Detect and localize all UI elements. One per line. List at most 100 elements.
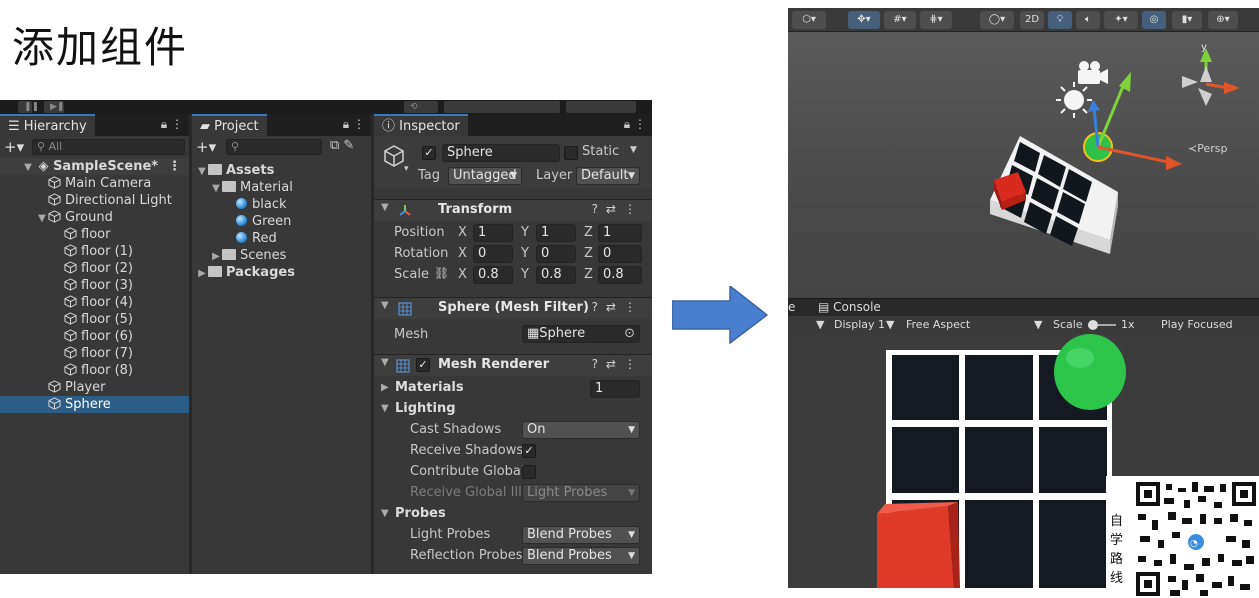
component-tools-icons[interactable]: ?⇄⋮ — [592, 202, 644, 216]
pause-icon[interactable]: ❚❚ — [18, 101, 39, 113]
rotation-z-field[interactable]: 0 — [598, 245, 642, 263]
contribute-gi-checkbox[interactable] — [522, 465, 536, 479]
game-tab-remnant[interactable]: e — [788, 300, 795, 314]
grid-snap-button[interactable]: #▾ — [884, 11, 916, 29]
audio-toggle-icon[interactable]: 🔈︎ — [1076, 11, 1100, 29]
materials-foldout[interactable]: Materials — [395, 380, 464, 395]
mesh-object-field[interactable]: ▦Sphere ⊙ — [522, 325, 640, 343]
perspective-label[interactable]: ≺Persp — [1188, 142, 1227, 155]
hierarchy-item[interactable]: Main Camera — [0, 175, 189, 192]
add-button[interactable]: +▾ — [4, 138, 24, 156]
play-mode-dropdown[interactable]: Play Focused — [1161, 318, 1233, 331]
chevron-right-icon[interactable]: ▶ — [381, 382, 389, 393]
chevron-right-icon[interactable]: ▶ — [210, 248, 222, 265]
rotation-y-field[interactable]: 0 — [536, 245, 576, 263]
scene-view[interactable]: y ≺Persp — [788, 32, 1259, 298]
tab-project[interactable]: ▰ Project — [192, 114, 267, 136]
hierarchy-search-input[interactable]: ⚲ All — [32, 139, 185, 155]
transform-header[interactable]: ▼ Transform ?⇄⋮ — [374, 199, 652, 221]
layer-dropdown[interactable]: Default ▼ — [576, 167, 640, 185]
cast-shadows-dropdown[interactable]: On ▼ — [522, 421, 640, 439]
chevron-down-icon[interactable]: ▼ — [381, 357, 389, 368]
scale-x-field[interactable]: 0.8 — [473, 266, 513, 284]
tab-console[interactable]: ▤ Console — [818, 300, 881, 314]
object-name-field[interactable]: Sphere — [442, 144, 560, 162]
scale-y-field[interactable]: 0.8 — [536, 266, 576, 284]
hidden-objects-icon[interactable]: ◎ — [1142, 11, 1166, 29]
hierarchy-item[interactable]: floor (6) — [0, 328, 189, 345]
create-button[interactable]: +▾ — [196, 138, 216, 156]
display-dropdown[interactable]: Display 1 — [834, 318, 885, 331]
project-item[interactable]: Red — [192, 230, 371, 247]
chevron-down-icon[interactable]: ▼ — [381, 403, 389, 414]
rotation-x-field[interactable]: 0 — [473, 245, 513, 263]
layout-dropdown[interactable] — [566, 101, 636, 113]
component-tools-icons[interactable]: ?⇄⋮ — [592, 300, 644, 314]
tab-hierarchy[interactable]: ☰ Hierarchy — [0, 114, 95, 136]
aspect-caret[interactable]: ▼ — [1034, 318, 1042, 331]
tag-dropdown[interactable]: Untagged ▼ — [448, 167, 522, 185]
project-tab-menu[interactable]: 🔒︎ ⋮ — [343, 117, 365, 132]
project-item[interactable]: ▶ Packages — [192, 264, 371, 281]
chevron-down-icon[interactable]: ▼ — [381, 202, 389, 213]
hierarchy-item[interactable]: floor (1) — [0, 243, 189, 260]
static-checkbox[interactable] — [564, 146, 578, 160]
project-item[interactable]: Green — [192, 213, 371, 230]
icon-dropdown-caret[interactable]: ▾ — [404, 164, 409, 174]
mode-2d-button[interactable]: 2D — [1020, 11, 1044, 29]
step-icon[interactable]: ▶❚ — [44, 101, 64, 113]
scale-slider-thumb[interactable] — [1088, 320, 1098, 330]
hierarchy-item[interactable]: Directional Light — [0, 192, 189, 209]
chevron-down-icon[interactable]: ▼ — [196, 163, 208, 180]
mesh-renderer-enabled-checkbox[interactable]: ✓ — [416, 358, 430, 372]
project-search-input[interactable]: ⚲ — [226, 139, 322, 155]
hierarchy-item[interactable]: Player — [0, 379, 189, 396]
probes-foldout[interactable]: Probes — [395, 506, 446, 521]
component-tools-icons[interactable]: ?⇄⋮ — [592, 357, 644, 371]
game-view-dropdown-caret[interactable]: ▼ — [816, 318, 824, 331]
hierarchy-item[interactable]: Sphere — [0, 396, 189, 413]
hierarchy-item[interactable]: floor (2) — [0, 260, 189, 277]
shading-mode-button[interactable]: ◯▾ — [980, 11, 1014, 29]
chevron-down-icon[interactable]: ▼ — [210, 180, 222, 197]
lighting-foldout[interactable]: Lighting — [395, 401, 456, 416]
project-item[interactable]: ▼ Assets — [192, 162, 371, 179]
static-dropdown-caret[interactable]: ▼ — [630, 145, 637, 155]
gizmos-button[interactable]: ⊕▾ — [1208, 11, 1238, 29]
lighting-toggle-icon[interactable]: 💡︎ — [1048, 11, 1072, 29]
hierarchy-item[interactable]: floor (8) — [0, 362, 189, 379]
hierarchy-item[interactable]: floor (7) — [0, 345, 189, 362]
position-z-field[interactable]: 1 — [598, 224, 642, 242]
position-y-field[interactable]: 1 — [536, 224, 576, 242]
chevron-right-icon[interactable]: ▶ — [196, 265, 208, 282]
scene-row[interactable]: ▼ ◈ SampleScene* ⋮ — [0, 158, 189, 175]
project-item[interactable]: ▶ Scenes — [192, 247, 371, 264]
project-item[interactable]: black — [192, 196, 371, 213]
mesh-renderer-header[interactable]: ▼ ✓ Mesh Renderer ?⇄⋮ — [374, 354, 652, 376]
receive-shadows-checkbox[interactable]: ✓ — [522, 444, 536, 458]
layers-dropdown[interactable] — [444, 101, 560, 113]
inspector-tab-menu[interactable]: 🔒︎ ⋮ — [624, 117, 646, 132]
materials-count-field[interactable]: 1 — [590, 380, 640, 398]
hierarchy-item[interactable]: ▼ Ground — [0, 209, 189, 226]
hierarchy-item[interactable]: floor (4) — [0, 294, 189, 311]
project-item[interactable]: ▼ Material — [192, 179, 371, 196]
hierarchy-tab-menu[interactable]: 🔒︎ ⋮ — [161, 117, 183, 132]
scene-menu-icon[interactable]: ⋮ — [168, 158, 181, 175]
position-x-field[interactable]: 1 — [473, 224, 513, 242]
history-icon[interactable]: ⟲ — [404, 101, 438, 113]
display-caret[interactable]: ▼ — [886, 318, 894, 331]
active-checkbox[interactable]: ✓ — [422, 146, 436, 160]
scale-z-field[interactable]: 0.8 — [598, 266, 642, 284]
tab-inspector[interactable]: ⓘ Inspector — [374, 114, 468, 136]
filter-icons[interactable]: ⧉ ✎ — [330, 138, 354, 153]
reflection-probes-dropdown[interactable]: Blend Probes ▼ — [522, 547, 640, 565]
chevron-down-icon[interactable]: ▼ — [381, 508, 389, 519]
chevron-down-icon[interactable]: ▼ — [22, 159, 34, 176]
increment-snap-button[interactable]: ⋕▾ — [920, 11, 952, 29]
constrain-proportions-icon[interactable]: ⛓ — [434, 266, 449, 280]
move-tool-button[interactable]: ✥▾ — [848, 11, 880, 29]
effects-toggle-icon[interactable]: ✦▾ — [1104, 11, 1138, 29]
chevron-down-icon[interactable]: ▼ — [36, 210, 48, 227]
object-picker-icon[interactable]: ⊙ — [624, 326, 635, 342]
